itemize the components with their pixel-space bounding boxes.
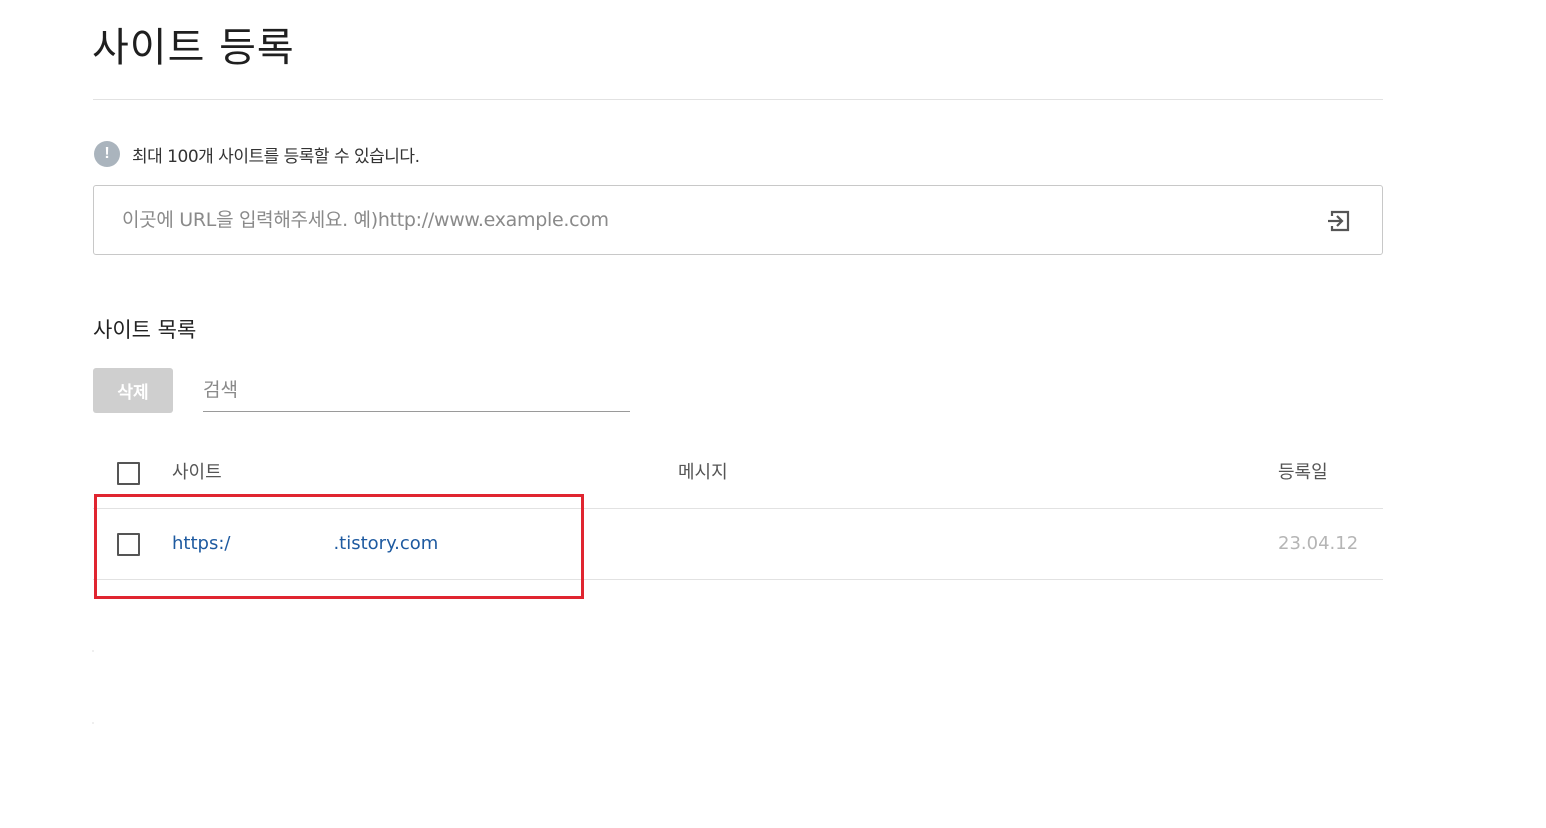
site-cell: https:/ .tistory.com <box>172 508 438 579</box>
notice-text: 최대 100개 사이트를 등록할 수 있습니다. <box>132 146 420 167</box>
url-input[interactable] <box>122 186 1302 254</box>
site-registration-page: 사이트 등록 ! 최대 100개 사이트를 등록할 수 있습니다. 사이트 목록… <box>0 0 1546 828</box>
table-row: https:/ .tistory.com 23.04.12 <box>93 508 1383 580</box>
table-header: 사이트 메시지 등록일 <box>93 437 1383 509</box>
url-input-box <box>93 185 1383 255</box>
delete-button[interactable]: 삭제 <box>93 368 173 413</box>
select-all-checkbox[interactable] <box>117 462 140 485</box>
enter-arrow-icon[interactable] <box>1326 208 1352 234</box>
site-list-title: 사이트 목록 <box>93 318 197 342</box>
column-header-site: 사이트 <box>172 462 222 483</box>
column-header-message: 메시지 <box>678 462 728 483</box>
date-cell: 23.04.12 <box>1278 533 1359 554</box>
page-title: 사이트 등록 <box>92 25 295 71</box>
faint-artifact <box>92 650 94 652</box>
column-header-date: 등록일 <box>1278 462 1328 483</box>
search-input[interactable] <box>203 368 630 412</box>
notice: ! 최대 100개 사이트를 등록할 수 있습니다. <box>94 141 420 167</box>
row-checkbox[interactable] <box>117 533 140 556</box>
title-divider <box>93 99 1383 100</box>
faint-artifact <box>92 722 94 724</box>
site-link[interactable]: https:/ .tistory.com <box>172 533 438 554</box>
exclamation-icon: ! <box>94 141 120 167</box>
